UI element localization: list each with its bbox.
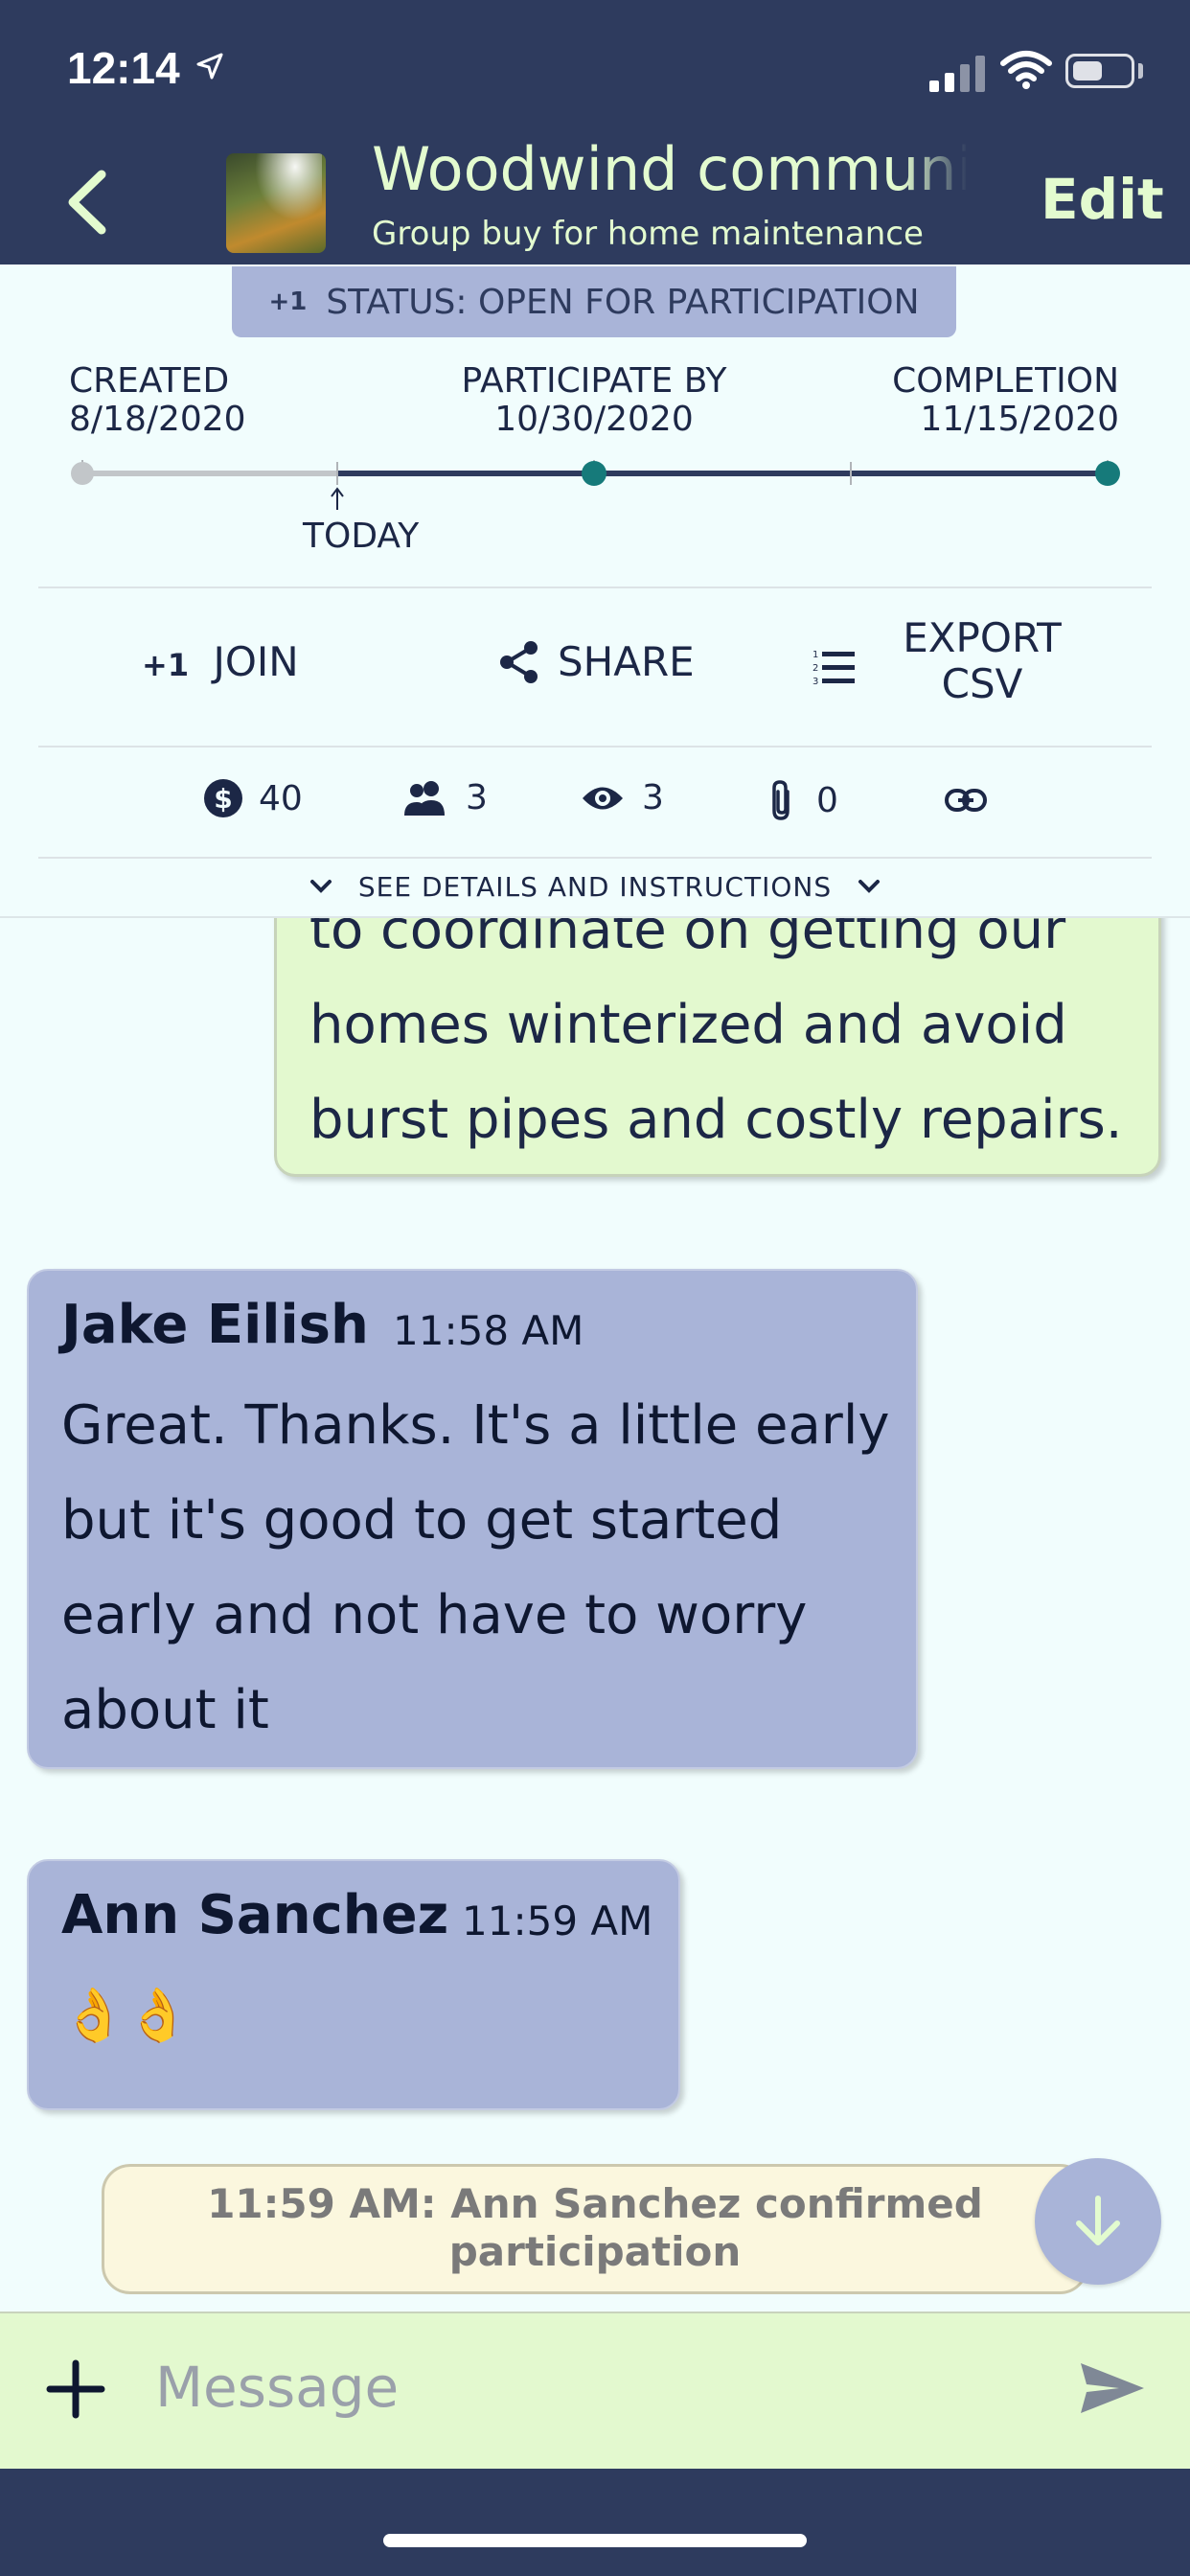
group-title[interactable]: Woodwind communit [372, 134, 966, 204]
timeline-track [71, 460, 1120, 510]
sender-name: Ann Sanchez [61, 1884, 449, 1946]
created-label: CREATED [69, 361, 230, 401]
details-toggle[interactable]: SEE DETAILS AND INSTRUCTIONS [0, 864, 1190, 908]
battery-tip [1138, 63, 1143, 79]
scroll-to-bottom-button[interactable] [1035, 2158, 1161, 2285]
home-indicator[interactable] [383, 2534, 807, 2547]
completion-date: 11/15/2020 [920, 400, 1120, 439]
join-plus-one: +1 [142, 647, 190, 683]
stat-attachments-value: 0 [816, 780, 838, 820]
chat-thread[interactable]: to coordinate on getting our homes winte… [0, 918, 1190, 2308]
svg-text:2: 2 [812, 663, 818, 674]
chevron-down-icon [309, 880, 332, 893]
link-icon[interactable] [945, 788, 987, 813]
share-button[interactable]: SHARE [498, 638, 695, 685]
participate-by-date: 10/30/2020 [494, 400, 694, 439]
own-message-line: homes winterized and avoid [309, 994, 1067, 1056]
message-line: early and not have to worry [61, 1584, 808, 1646]
timeline-created-dot [71, 462, 94, 485]
send-icon[interactable] [1077, 2358, 1148, 2419]
message-input[interactable] [153, 2348, 1000, 2426]
message-bubble-jake[interactable]: Jake Eilish 11:58 AM Great. Thanks. It's… [27, 1269, 918, 1769]
own-message-line: burst pipes and costly repairs. [309, 1089, 1123, 1151]
own-message-line: to coordinate on getting our [309, 918, 1066, 961]
wifi-icon [1000, 51, 1052, 89]
message-bubble-ann[interactable]: Ann Sanchez 11:59 AM 👌👌 [27, 1859, 680, 2110]
share-label: SHARE [558, 638, 695, 685]
group-subtitle: Group buy for home maintenance [372, 215, 924, 253]
export-line-1: EXPORT [903, 614, 1062, 661]
created-date: 8/18/2020 [69, 400, 246, 439]
cellular-signal-icon [929, 56, 985, 92]
sender-name: Jake Eilish [61, 1294, 369, 1356]
location-arrow-icon [196, 53, 223, 80]
export-line-2: CSV [941, 660, 1023, 707]
stat-views-value: 3 [642, 778, 664, 817]
stat-amount-value: 40 [259, 778, 303, 818]
status-time: 12:14 [67, 43, 180, 93]
system-message-line: participation [448, 2228, 742, 2275]
group-avatar-image[interactable] [226, 153, 326, 253]
message-emoji: 👌👌 [61, 1985, 191, 2045]
join-button[interactable]: +1 JOIN [142, 638, 299, 685]
panel-divider-1 [38, 586, 1152, 588]
details-toggle-label: SEE DETAILS AND INSTRUCTIONS [357, 870, 833, 903]
edit-button[interactable]: Edit [1041, 167, 1164, 232]
own-message-bubble[interactable]: to coordinate on getting our homes winte… [274, 918, 1161, 1177]
participate-by-label: PARTICIPATE BY [461, 361, 727, 401]
home-indicator-bar [0, 2469, 1190, 2576]
paperclip-icon [772, 780, 790, 820]
message-line: Great. Thanks. It's a little early [61, 1394, 890, 1457]
timeline-participate-dot [582, 461, 606, 486]
message-time: 11:58 AM [393, 1307, 584, 1354]
stat-participants[interactable]: 3 [402, 778, 488, 817]
export-label: EXPORT CSV [883, 615, 1081, 707]
stat-participants-value: 3 [466, 778, 488, 817]
message-time: 11:59 AM [462, 1898, 653, 1944]
add-attachment-icon[interactable] [46, 2359, 105, 2419]
title-fade [901, 134, 968, 211]
message-text: Great. Thanks. It's a little early but i… [61, 1378, 890, 1758]
arrow-down-icon [1076, 2196, 1120, 2245]
today-label: TODAY [303, 517, 420, 556]
completion-label: COMPLETION [892, 361, 1119, 401]
message-line: about it [61, 1679, 269, 1741]
join-label: JOIN [213, 638, 299, 685]
system-message: 11:59 AM: Ann Sanchez confirmed particip… [102, 2164, 1088, 2294]
status-text: STATUS: OPEN FOR PARTICIPATION [326, 282, 920, 322]
timeline-completion-dot [1095, 461, 1120, 486]
panel-divider-3 [38, 857, 1152, 859]
battery-icon [1065, 54, 1134, 88]
own-message-text: to coordinate on getting our homes winte… [309, 918, 1123, 1167]
svg-text:3: 3 [812, 677, 818, 686]
status-badge: +1 STATUS: OPEN FOR PARTICIPATION [232, 266, 956, 337]
people-icon [404, 780, 445, 816]
svg-text:1: 1 [812, 650, 818, 660]
share-icon [500, 640, 538, 683]
stat-views[interactable]: 3 [581, 778, 664, 817]
eye-icon [583, 787, 623, 809]
numbered-list-icon: 1 2 3 [812, 650, 855, 686]
stat-amount[interactable]: $ 40 [203, 778, 303, 818]
export-csv-button[interactable]: 1 2 3 EXPORT CSV [812, 613, 1081, 719]
message-line: but it's good to get started [61, 1489, 783, 1552]
stat-attachments[interactable]: 0 [767, 778, 838, 822]
system-message-line: 11:59 AM: Ann Sanchez confirmed [207, 2180, 983, 2227]
dollar-icon: $ [204, 779, 242, 817]
back-chevron-icon[interactable] [63, 169, 111, 236]
chevron-down-icon [858, 880, 881, 893]
status-plus-one: +1 [268, 288, 308, 316]
panel-divider-2 [38, 746, 1152, 748]
svg-text:$: $ [214, 783, 232, 815]
